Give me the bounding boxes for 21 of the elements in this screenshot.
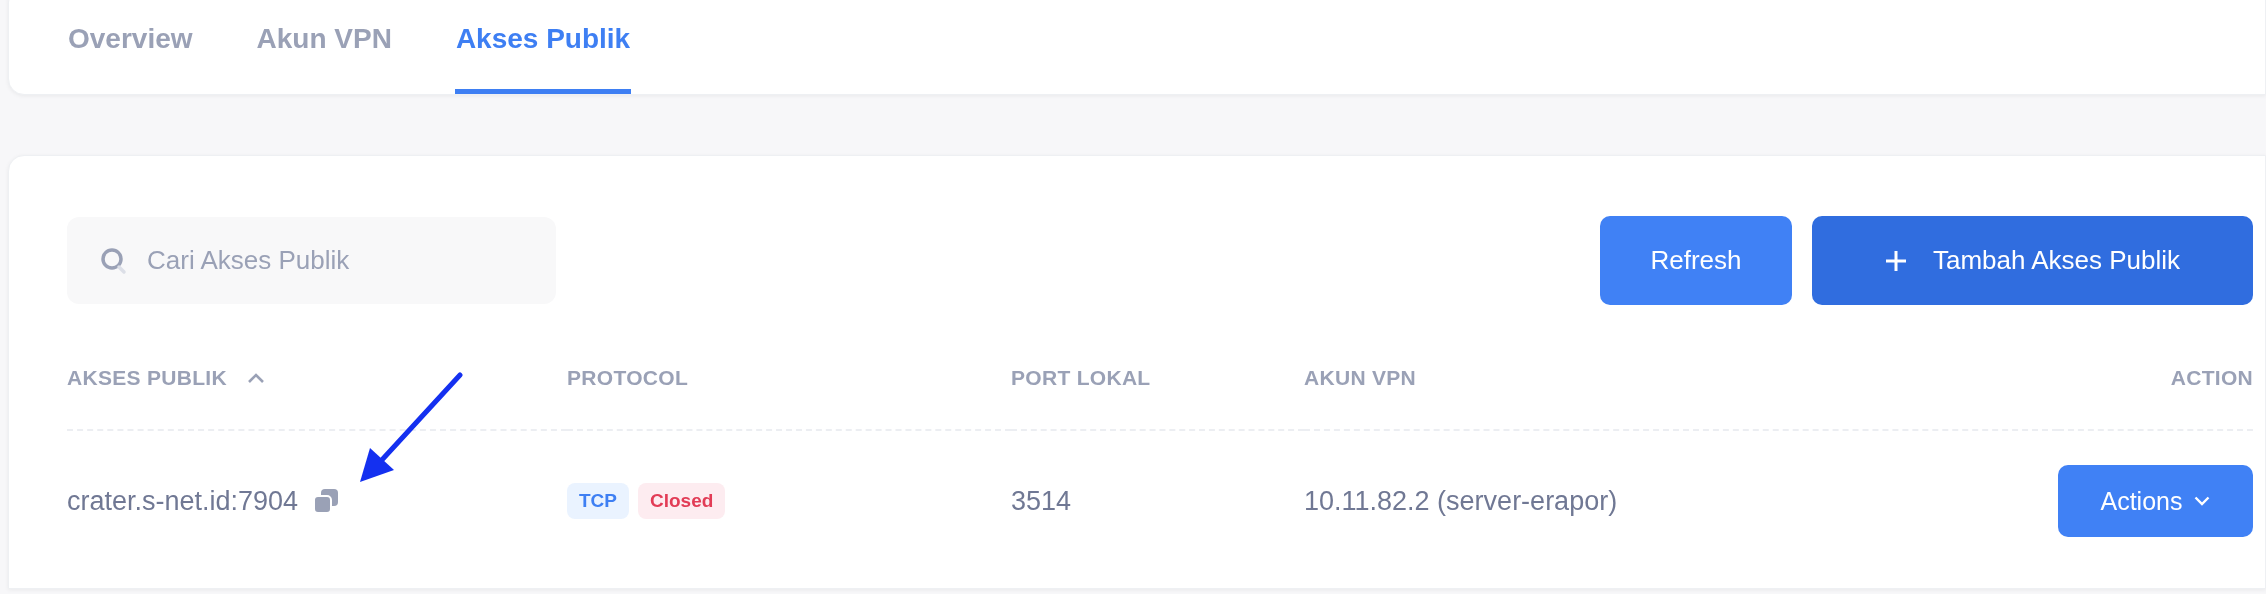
column-header[interactable]: PROTOCOL — [567, 363, 689, 393]
table-cell: 10.11.82.2 (server-erapor) — [1304, 485, 1618, 517]
copy-icon[interactable] — [312, 487, 341, 515]
column-header[interactable]: PORT LOKAL — [1011, 363, 1151, 393]
table-cell: 3514 — [1011, 485, 1072, 517]
column-header[interactable]: ACTION — [2170, 363, 2253, 393]
column-header[interactable]: AKSES PUBLIK — [67, 363, 227, 393]
tab[interactable]: Overview — [67, 0, 194, 94]
column-header[interactable]: AKUN VPN — [1304, 363, 1417, 393]
search-field[interactable]: Cari Akses Publik — [67, 217, 556, 304]
add-button[interactable]: Tambah Akses Publik — [1812, 216, 2253, 305]
refresh-button[interactable]: Refresh — [1600, 216, 1792, 305]
tab[interactable]: Akun VPN — [255, 0, 393, 94]
protocol-badge: TCP — [567, 483, 629, 519]
plus-icon — [1884, 249, 1907, 272]
status-badge: Closed — [638, 483, 726, 519]
actions-button[interactable]: Actions — [2058, 465, 2253, 537]
tab[interactable]: Akses Publik — [454, 0, 632, 94]
sort-caret-icon[interactable] — [246, 371, 265, 385]
chevron-down-icon — [2194, 496, 2211, 506]
table-cell: crater.s-net.id:7904 — [67, 485, 299, 517]
